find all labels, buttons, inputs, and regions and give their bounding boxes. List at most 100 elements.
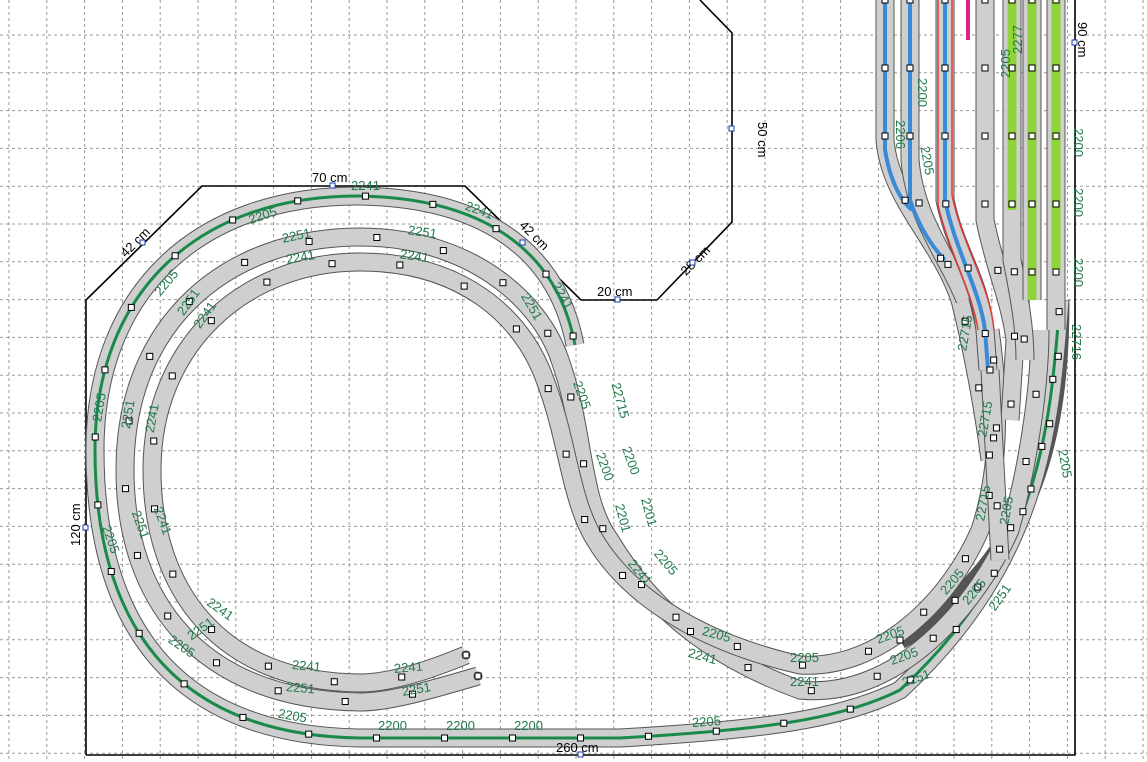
track-joint[interactable] [330, 678, 338, 686]
track-joint[interactable] [441, 734, 449, 742]
dim-handle[interactable] [614, 296, 621, 303]
track-joint[interactable] [581, 516, 589, 524]
track-joint[interactable] [937, 254, 945, 262]
track-joint[interactable] [881, 132, 889, 140]
track-joint[interactable] [964, 264, 972, 272]
track-joint[interactable] [1052, 0, 1060, 4]
track-joint[interactable] [941, 132, 949, 140]
track-joint[interactable] [881, 0, 889, 4]
track-joint[interactable] [241, 258, 249, 266]
track-joint[interactable] [1008, 200, 1016, 208]
track-joint[interactable] [169, 570, 177, 578]
track-joint[interactable] [981, 64, 989, 72]
track-joint[interactable] [1052, 200, 1060, 208]
track-joint[interactable] [901, 196, 909, 204]
dim-handle[interactable] [139, 239, 146, 246]
track-joint[interactable] [171, 252, 179, 260]
track-joint[interactable] [1052, 268, 1060, 276]
track-joint[interactable] [544, 329, 552, 337]
track-joint[interactable] [942, 200, 950, 208]
track-joint[interactable] [168, 372, 176, 380]
track-joint[interactable] [544, 385, 552, 393]
track-joint[interactable] [873, 672, 881, 680]
track-joint[interactable] [1032, 390, 1040, 398]
track-joint[interactable] [981, 0, 989, 4]
layout-canvas[interactable]: 70 cm 42 cm 42 cm 20 cm 28 cm 50 cm 120 … [0, 0, 1147, 762]
track-joint[interactable] [952, 626, 960, 634]
track-joint[interactable] [951, 596, 959, 604]
track-joint[interactable] [992, 424, 1000, 432]
dim-handle[interactable] [728, 125, 735, 132]
track-joint[interactable] [542, 270, 550, 278]
track-joint[interactable] [460, 282, 468, 290]
track-joint[interactable] [164, 612, 172, 620]
track-joint[interactable] [915, 199, 923, 207]
track-joint[interactable] [274, 687, 282, 695]
track-joint[interactable] [439, 247, 447, 255]
track-joint[interactable] [986, 366, 994, 374]
track-joint[interactable] [994, 266, 1002, 274]
track-joint[interactable] [1008, 132, 1016, 140]
track-joint[interactable] [150, 437, 158, 445]
track-joint[interactable] [906, 64, 914, 72]
track-joint[interactable] [1028, 132, 1036, 140]
track-joint[interactable] [981, 330, 989, 338]
track-joint[interactable] [1019, 508, 1027, 516]
track-joint[interactable] [1054, 352, 1062, 360]
track-joint[interactable] [780, 719, 788, 727]
track-joint[interactable] [864, 647, 872, 655]
track-joint[interactable] [1046, 420, 1054, 428]
dim-handle[interactable] [689, 259, 696, 266]
track-joint[interactable] [396, 261, 404, 269]
track-joint[interactable] [361, 192, 369, 200]
track-joint[interactable] [733, 642, 741, 650]
track-joint[interactable] [1028, 268, 1036, 276]
track-joint[interactable] [1028, 64, 1036, 72]
track-joint[interactable] [990, 434, 998, 442]
track-joint[interactable] [294, 197, 302, 205]
track-joint[interactable] [512, 325, 520, 333]
track-joint[interactable] [1010, 332, 1018, 340]
track-joint[interactable] [107, 567, 115, 575]
track-joint[interactable] [996, 545, 1004, 553]
track-joint[interactable] [569, 332, 577, 340]
track-joint[interactable] [1010, 268, 1018, 276]
track-joint[interactable] [1027, 485, 1035, 493]
track-joint[interactable] [672, 613, 680, 621]
track-joint[interactable] [990, 356, 998, 364]
track-joint[interactable] [599, 525, 607, 533]
track-joint[interactable] [990, 569, 998, 577]
track-joint[interactable] [920, 608, 928, 616]
dim-handle[interactable] [577, 751, 584, 758]
track-joint[interactable] [429, 200, 437, 208]
track-joint[interactable] [961, 555, 969, 563]
track-joint[interactable] [562, 450, 570, 458]
track-joint[interactable] [981, 132, 989, 140]
track-joint[interactable] [1052, 132, 1060, 140]
track-joint[interactable] [94, 501, 102, 509]
track-joint[interactable] [941, 64, 949, 72]
track-joint[interactable] [492, 225, 500, 233]
track-joint[interactable] [122, 485, 130, 493]
track-joint[interactable] [1038, 442, 1046, 450]
track-joint[interactable] [1028, 200, 1036, 208]
track-joint[interactable] [373, 234, 381, 242]
track-joint[interactable] [975, 384, 983, 392]
track-joint[interactable] [264, 662, 272, 670]
track-joint[interactable] [1049, 375, 1057, 383]
track-joint[interactable] [229, 216, 237, 224]
track-joint[interactable] [499, 279, 507, 287]
track-joint[interactable] [1055, 308, 1063, 316]
track-joint[interactable] [474, 672, 482, 680]
track-joint[interactable] [305, 730, 313, 738]
track-joint[interactable] [567, 393, 575, 401]
track-joint[interactable] [1052, 64, 1060, 72]
track-joint[interactable] [846, 705, 854, 713]
track-joint[interactable] [146, 352, 154, 360]
track-joint[interactable] [985, 451, 993, 459]
track-joint[interactable] [462, 651, 470, 659]
track-joint[interactable] [101, 366, 109, 374]
track-joint[interactable] [712, 727, 720, 735]
dim-handle[interactable] [329, 182, 336, 189]
track-joint[interactable] [509, 734, 517, 742]
